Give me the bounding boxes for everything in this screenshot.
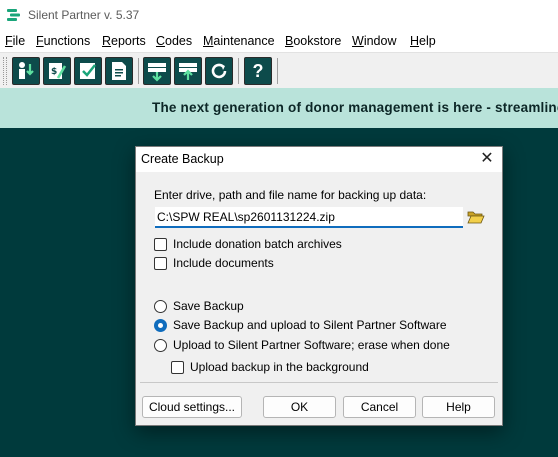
refresh-icon [211,63,227,79]
help-button[interactable]: ? [244,57,272,85]
menu-functions[interactable]: Functions [36,34,90,48]
checkbox-label: Include documents [173,256,274,270]
dialog-title: Create Backup [141,152,224,166]
dialog-title-bar: Create Backup ✕ [136,147,502,172]
checkbox-box[interactable] [154,256,167,270]
toolbar: $ ? [0,52,558,88]
toolbar-separator [138,58,139,84]
checkbox-label: Upload backup in the background [190,360,369,374]
dialog-separator [140,382,498,383]
title-bar: Silent Partner v. 5.37 [0,0,558,30]
background-upload-checkbox[interactable]: Upload backup in the background [171,359,369,375]
radio-label: Upload to Silent Partner Software; erase… [173,338,450,352]
donor-button[interactable] [12,57,40,85]
menu-window[interactable]: Window [352,34,396,48]
help-icon: ? [252,60,264,81]
promo-banner: The next generation of donor management … [0,88,558,128]
checkbox-box[interactable] [171,360,184,374]
toolbar-separator [238,58,239,84]
menu-help[interactable]: Help [410,34,436,48]
download-data-button[interactable] [143,57,171,85]
cancel-button[interactable]: Cancel [343,396,416,418]
include-batch-archives-checkbox[interactable]: Include donation batch archives [154,236,342,252]
banner-text: The next generation of donor management … [152,100,558,115]
radio-circle-selected[interactable] [154,318,167,332]
batch-checklist-button[interactable] [74,57,102,85]
menu-bar: File Functions Reports Codes Maintenance… [0,30,558,52]
open-folder-icon[interactable] [467,209,485,225]
svg-text:$: $ [51,67,57,77]
batch-checklist-icon [80,63,96,79]
menu-bookstore[interactable]: Bookstore [285,34,341,48]
close-icon[interactable]: ✕ [478,150,496,168]
menu-reports[interactable]: Reports [102,34,146,48]
radio-circle[interactable] [154,338,167,352]
silent-partner-logo-icon [7,9,20,21]
upload-erase-radio[interactable]: Upload to Silent Partner Software; erase… [154,337,450,353]
radio-label: Save Backup [173,299,244,313]
checkbox-label: Include donation batch archives [173,237,342,251]
donation-entry-button[interactable]: $ [43,57,71,85]
upload-data-icon [179,63,197,80]
cloud-settings-button[interactable]: Cloud settings... [142,396,242,418]
toolbar-grip[interactable] [3,57,7,85]
save-backup-radio[interactable]: Save Backup [154,298,244,314]
donation-entry-icon: $ [49,63,67,79]
radio-circle[interactable] [154,299,167,313]
window-title: Silent Partner v. 5.37 [28,8,140,22]
refresh-button[interactable] [205,57,233,85]
menu-maintenance[interactable]: Maintenance [203,34,275,48]
radio-label: Save Backup and upload to Silent Partner… [173,318,447,332]
backup-path-label: Enter drive, path and file name for back… [154,188,427,202]
menu-file[interactable]: File [5,34,25,48]
receipt-document-button[interactable] [105,57,133,85]
download-data-icon [148,63,166,82]
menu-codes[interactable]: Codes [156,34,192,48]
checkbox-box[interactable] [154,237,167,251]
upload-data-button[interactable] [174,57,202,85]
help-dialog-button[interactable]: Help [422,396,495,418]
toolbar-separator [277,58,278,84]
backup-path-input[interactable] [155,207,463,228]
save-and-upload-radio[interactable]: Save Backup and upload to Silent Partner… [154,317,447,333]
include-documents-checkbox[interactable]: Include documents [154,255,274,271]
ok-button[interactable]: OK [263,396,336,418]
receipt-document-icon [112,62,126,80]
create-backup-dialog: Create Backup ✕ Enter drive, path and fi… [135,146,503,426]
donor-icon [19,62,34,79]
